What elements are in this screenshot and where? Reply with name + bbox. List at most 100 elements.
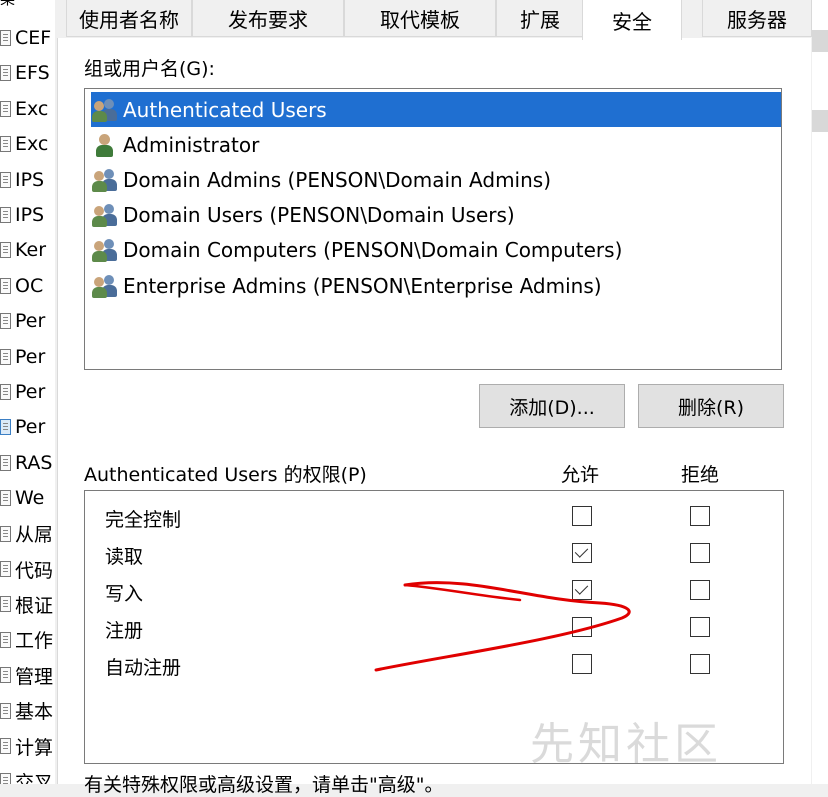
allow-checkbox[interactable] <box>572 543 592 563</box>
deny-checkbox[interactable] <box>690 654 710 674</box>
tab-issuance-requirements[interactable]: 发布要求 <box>192 0 344 37</box>
left-list-item[interactable]: 从屌 <box>0 516 55 552</box>
left-list-item-label: 根证 <box>15 594 54 617</box>
left-list-item[interactable]: IPS <box>0 197 55 233</box>
tab-label: 使用者名称 <box>79 7 179 32</box>
left-list-item-label: 从屌 <box>15 524 54 547</box>
remove-button[interactable]: 删除(R) <box>638 384 784 428</box>
template-icon <box>0 561 11 577</box>
left-list-item[interactable]: CEF <box>0 20 55 56</box>
left-list-item[interactable]: EFS <box>0 55 55 91</box>
left-list-item[interactable]: IPS <box>0 162 55 198</box>
template-icon <box>0 631 11 648</box>
user-list-item[interactable]: Enterprise Admins (PENSON\Enterprise Adm… <box>91 268 602 303</box>
left-list-item[interactable]: OC <box>0 268 55 304</box>
left-list-item[interactable]: Ker <box>0 232 55 268</box>
template-icon <box>0 596 11 613</box>
left-list-item[interactable]: Per <box>0 303 55 339</box>
deny-checkbox[interactable] <box>690 617 710 637</box>
left-tree-list: 棸 CEF EFS Exc Exc IPS IPS Ker OC Per Per Per Per RAS… <box>0 0 55 784</box>
deny-checkbox[interactable] <box>690 543 710 563</box>
left-list-item[interactable]: Exc <box>0 91 55 127</box>
deny-checkbox[interactable] <box>690 580 710 600</box>
allow-header: 允许 <box>561 464 600 486</box>
tab-strip: 使用者名称 发布要求 取代模板 扩展 安全 服务器 <box>56 0 812 40</box>
allow-checkbox[interactable] <box>572 654 592 674</box>
allow-checkbox[interactable] <box>572 506 592 526</box>
left-list-item-label: Ker <box>15 239 47 262</box>
left-list-item-label: Per <box>15 310 46 333</box>
template-icon <box>0 277 11 294</box>
allow-checkbox[interactable] <box>572 580 592 600</box>
left-list-item-label: 交叉 <box>15 771 54 784</box>
users-group-icon <box>91 97 119 123</box>
tab-extensions[interactable]: 扩展 <box>496 0 584 37</box>
left-list-item[interactable]: 计算 <box>0 728 55 764</box>
template-icon <box>0 65 11 82</box>
allow-checkbox[interactable] <box>572 617 592 637</box>
template-icon <box>0 490 11 507</box>
tab-security[interactable]: 安全 <box>582 0 682 40</box>
left-list-item[interactable]: Per <box>0 339 55 375</box>
left-list-item-label: Per <box>15 381 46 403</box>
left-list-item[interactable]: 工作 <box>0 622 55 658</box>
left-list-item[interactable]: We <box>0 480 55 516</box>
tab-server[interactable]: 服务器 <box>702 0 812 37</box>
user-name: Authenticated Users <box>123 97 327 122</box>
left-list-item-label: IPS <box>15 204 45 226</box>
left-list-item-label: 基本 <box>15 701 54 724</box>
template-icon <box>0 207 11 223</box>
left-list-item-label: IPS <box>15 168 45 191</box>
deny-checkbox[interactable] <box>690 506 710 526</box>
permission-name: 完全控制 <box>105 509 182 531</box>
user-list-item[interactable]: Authenticated Users <box>91 92 781 127</box>
left-list-item[interactable]: Per <box>0 409 55 445</box>
permissions-label: Authenticated Users 的权限(P) <box>84 464 367 486</box>
template-icon <box>0 454 11 471</box>
user-list-item[interactable]: Domain Users (PENSON\Domain Users) <box>91 198 515 233</box>
user-name: Domain Computers (PENSON\Domain Computer… <box>123 238 623 263</box>
left-list-item-label: We <box>15 487 45 510</box>
user-list-item[interactable]: Domain Computers (PENSON\Domain Computer… <box>91 233 622 268</box>
left-list-item[interactable]: 管理 <box>0 657 55 693</box>
right-window-edge <box>812 0 828 784</box>
template-icon <box>0 384 11 400</box>
left-list-item[interactable]: Per <box>0 374 55 410</box>
template-icon <box>0 30 11 46</box>
left-list-item[interactable]: 代码 <box>0 551 55 587</box>
tab-superseded-templates[interactable]: 取代模板 <box>344 0 496 37</box>
template-icon <box>0 525 11 542</box>
user-list-item[interactable]: Domain Admins (PENSON\Domain Admins) <box>91 162 551 197</box>
user-name: Domain Users (PENSON\Domain Users) <box>123 203 515 228</box>
permission-name: 自动注册 <box>105 657 182 679</box>
user-name: Domain Admins (PENSON\Domain Admins) <box>123 167 552 192</box>
left-list-item-label: Exc <box>15 97 49 120</box>
user-name: Administrator <box>123 132 260 157</box>
left-list-item-label: RAS <box>15 451 53 474</box>
user-name: Enterprise Admins (PENSON\Enterprise Adm… <box>123 273 602 298</box>
permission-name: 注册 <box>105 620 144 642</box>
left-list-item-label: EFS <box>15 62 50 85</box>
user-icon <box>91 132 119 158</box>
left-list-item[interactable]: RAS <box>0 445 55 481</box>
left-list-item-label: Per <box>15 416 46 439</box>
users-group-icon <box>91 273 119 299</box>
users-group-icon <box>91 237 119 263</box>
left-list-item-label: Exc <box>15 133 49 156</box>
left-list-item[interactable]: 根证 <box>0 586 55 622</box>
tab-subject-name[interactable]: 使用者名称 <box>66 0 192 37</box>
template-icon <box>0 100 11 117</box>
left-list-header-text: 棸 <box>0 0 15 9</box>
add-button[interactable]: 添加(D)... <box>479 384 625 428</box>
left-list-item[interactable]: 交叉 <box>0 763 55 784</box>
tab-label: 取代模板 <box>380 7 460 32</box>
left-list-item[interactable]: 基本 <box>0 693 55 729</box>
tab-label: 安全 <box>612 9 652 34</box>
left-list-item-label: 管理 <box>15 665 54 688</box>
user-list-item[interactable]: Administrator <box>91 127 259 162</box>
permission-name: 读取 <box>105 546 144 568</box>
users-group-icon <box>91 202 119 228</box>
users-listbox[interactable]: Authenticated Users Administrator Domain A… <box>84 88 782 370</box>
deny-header: 拒绝 <box>681 464 720 486</box>
left-list-item[interactable]: Exc <box>0 126 55 162</box>
